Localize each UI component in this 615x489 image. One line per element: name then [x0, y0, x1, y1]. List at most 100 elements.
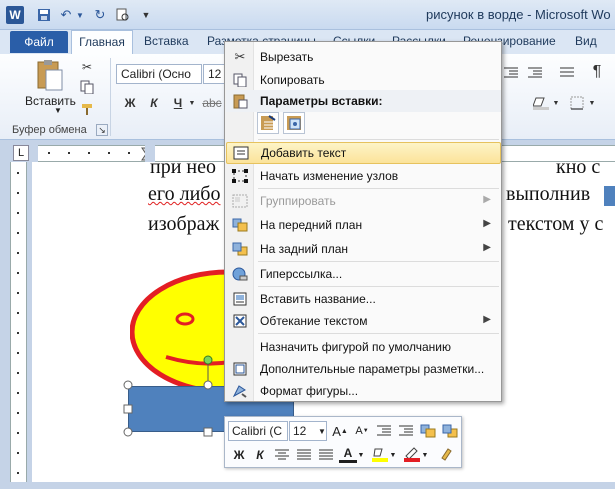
- menu-item-label: Обтекание текстом: [260, 314, 368, 328]
- tab-selector-icon[interactable]: L: [13, 145, 29, 161]
- shading-icon[interactable]: [532, 94, 550, 112]
- mini-bring-front-icon[interactable]: [419, 422, 437, 440]
- tab-insert[interactable]: Вставка: [144, 34, 189, 48]
- copy-icon[interactable]: [78, 78, 96, 96]
- mini-bold-button[interactable]: Ж: [230, 446, 248, 464]
- menu-item-label: Добавить текст: [261, 146, 347, 160]
- redo-icon[interactable]: ↻: [92, 7, 108, 23]
- menu-separator: [258, 261, 499, 262]
- submenu-arrow-icon: ▶: [483, 194, 491, 205]
- mini-italic-button[interactable]: К: [251, 446, 269, 464]
- menu-item-bring-front[interactable]: На передний план ▶: [226, 214, 501, 236]
- doc-line-3-left: изображ: [148, 213, 220, 235]
- doc-line-1-right: кно с: [556, 156, 601, 178]
- font-color-icon[interactable]: A: [339, 445, 357, 463]
- paste-icon[interactable]: [32, 58, 66, 92]
- word-app-icon[interactable]: W: [6, 6, 24, 24]
- outline-color-dropdown-icon[interactable]: ▼: [421, 446, 429, 464]
- layout-icon: [226, 358, 254, 380]
- menu-item-label: На передний план: [260, 218, 363, 232]
- menu-item-send-back[interactable]: На задний план ▶: [226, 238, 501, 260]
- decrease-indent-icon[interactable]: [502, 64, 520, 82]
- mini-size-dropdown-icon[interactable]: ▼: [313, 422, 331, 440]
- mini-increase-indent-icon[interactable]: [397, 422, 415, 440]
- menu-item-label: Группировать: [260, 194, 336, 208]
- font-name-input[interactable]: Calibri (Осно: [116, 64, 202, 84]
- tab-home[interactable]: Главная: [71, 30, 133, 55]
- menu-item-add-text[interactable]: Добавить текст: [226, 142, 501, 164]
- underline-button[interactable]: Ч: [170, 94, 186, 112]
- menu-item-hyperlink[interactable]: Гиперссылка...: [226, 263, 501, 285]
- menu-item-copy[interactable]: Копировать: [226, 69, 501, 91]
- menu-item-set-default-shape[interactable]: Назначить фигурой по умолчанию: [226, 336, 501, 358]
- menu-item-label: Копировать: [260, 73, 325, 87]
- bring-front-icon: [226, 214, 254, 236]
- menu-item-format-shape[interactable]: Формат фигуры...: [226, 380, 501, 402]
- align-center-icon[interactable]: [273, 446, 291, 464]
- shading-dropdown-icon[interactable]: ▼: [552, 94, 560, 112]
- strikethrough-button[interactable]: abc: [202, 94, 222, 112]
- bold-button[interactable]: Ж: [122, 94, 138, 112]
- tab-file[interactable]: Файл: [10, 31, 68, 53]
- borders-icon[interactable]: [568, 94, 586, 112]
- undo-dropdown-icon[interactable]: ▼: [72, 7, 88, 23]
- menu-item-insert-caption[interactable]: Вставить название...: [226, 288, 501, 310]
- mini-font-name-input[interactable]: Calibri (С: [228, 421, 288, 441]
- pilcrow-icon[interactable]: ¶: [588, 62, 606, 82]
- caption-icon: [226, 288, 254, 310]
- cut-icon[interactable]: ✂: [78, 58, 96, 76]
- mini-decrease-indent-icon[interactable]: [375, 422, 393, 440]
- paste-as-picture-button[interactable]: [283, 112, 305, 134]
- window-title: рисунок в ворде - Microsoft Wo: [426, 7, 611, 22]
- customize-icon[interactable]: ▼: [138, 7, 154, 23]
- italic-button[interactable]: К: [146, 94, 162, 112]
- context-menu: ✂ Вырезать Копировать Параметры вставки:…: [224, 41, 502, 402]
- save-icon[interactable]: [36, 7, 52, 23]
- print-preview-icon[interactable]: [114, 7, 130, 23]
- borders-dropdown-icon[interactable]: ▼: [588, 94, 596, 112]
- submenu-arrow-icon: ▶: [483, 218, 491, 229]
- menu-item-label: Вставить название...: [260, 292, 376, 306]
- paste-dropdown-icon[interactable]: ▼: [54, 106, 62, 115]
- format-shape-icon: [226, 380, 254, 402]
- align-justify-icon[interactable]: [295, 446, 313, 464]
- font-color-dropdown-icon[interactable]: ▼: [357, 446, 365, 464]
- underline-dropdown-icon[interactable]: ▼: [188, 94, 196, 112]
- vertical-ruler[interactable]: [10, 162, 27, 482]
- clipboard-group-label: Буфер обмена: [12, 124, 87, 136]
- tab-view[interactable]: Вид: [575, 34, 597, 48]
- mini-format-painter-icon[interactable]: [437, 445, 455, 463]
- menu-item-text-wrap[interactable]: Обтекание текстом ▶: [226, 310, 501, 332]
- menu-item-edit-points[interactable]: Начать изменение узлов: [226, 165, 501, 187]
- menu-item-label: Гиперссылка...: [260, 267, 343, 281]
- menu-item-paste-options: Параметры вставки:: [226, 90, 501, 112]
- menu-item-label: Формат фигуры...: [260, 384, 359, 398]
- font-size-input[interactable]: 12: [203, 64, 225, 84]
- text-wrap-icon: [226, 310, 254, 332]
- paste-label[interactable]: Вставить: [25, 94, 76, 108]
- sort-icon[interactable]: [558, 64, 576, 82]
- menu-item-more-layout-options[interactable]: Дополнительные параметры разметки...: [226, 358, 501, 380]
- group-divider: [110, 58, 111, 136]
- clipboard-launcher-icon[interactable]: ↘: [96, 124, 108, 136]
- hyperlink-icon: [226, 263, 254, 285]
- align-distributed-icon[interactable]: [317, 446, 335, 464]
- fill-color-icon[interactable]: [371, 445, 389, 463]
- fill-color-dropdown-icon[interactable]: ▼: [389, 446, 397, 464]
- doc-line-1-left: при нео: [150, 156, 216, 178]
- increase-indent-icon[interactable]: [526, 64, 544, 82]
- menu-item-cut[interactable]: ✂ Вырезать: [226, 46, 501, 68]
- paste-keep-formatting-button[interactable]: [257, 112, 279, 134]
- format-painter-icon[interactable]: [78, 100, 96, 118]
- grow-font-icon[interactable]: A ▲: [331, 422, 349, 440]
- menu-separator: [258, 333, 499, 334]
- menu-item-label: Назначить фигурой по умолчанию: [260, 340, 452, 354]
- menu-separator: [258, 286, 499, 287]
- submenu-arrow-icon: ▶: [483, 314, 491, 325]
- menu-separator: [258, 139, 499, 140]
- outline-color-icon[interactable]: [403, 445, 421, 463]
- mini-send-back-icon[interactable]: [441, 422, 459, 440]
- shrink-font-icon[interactable]: A ▼: [353, 422, 371, 440]
- doc-line-2-left: его либо: [148, 183, 221, 205]
- menu-item-label: Дополнительные параметры разметки...: [260, 362, 485, 376]
